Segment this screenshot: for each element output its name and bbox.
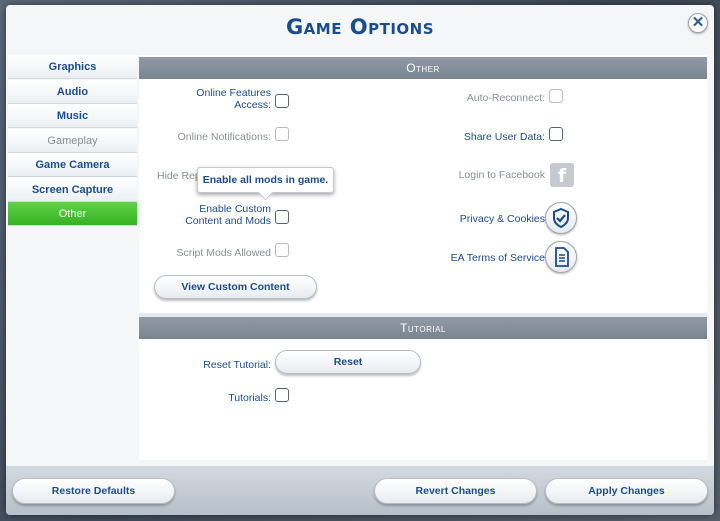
revert-changes-button[interactable]: Revert Changes xyxy=(374,478,537,504)
apply-changes-button[interactable]: Apply Changes xyxy=(545,478,708,504)
document-icon[interactable] xyxy=(545,241,577,273)
tutorials-checkbox[interactable] xyxy=(275,388,289,402)
ea-terms-label: EA Terms of Service xyxy=(450,252,545,264)
restore-defaults-button[interactable]: Restore Defaults xyxy=(12,478,175,504)
options-panel: Other Online Features Access: Online Not… xyxy=(139,55,707,460)
tab-gameplay[interactable]: Gameplay xyxy=(8,128,137,153)
dialog-footer: Restore Defaults Revert Changes Apply Ch… xyxy=(6,466,714,515)
auto-reconnect-label: Auto-Reconnect: xyxy=(466,92,545,104)
tutorials-label: Tutorials: xyxy=(228,392,271,404)
share-user-data-checkbox[interactable] xyxy=(549,127,563,141)
facebook-icon[interactable]: f xyxy=(550,163,574,187)
game-options-dialog: Game Options ✕ Graphics Audio Music Game… xyxy=(6,5,714,515)
close-icon[interactable]: ✕ xyxy=(688,13,708,33)
online-notifications-checkbox[interactable] xyxy=(275,127,289,141)
tab-game-camera[interactable]: Game Camera xyxy=(8,153,137,177)
tab-graphics[interactable]: Graphics xyxy=(8,55,137,79)
share-user-data-label: Share User Data: xyxy=(463,131,545,143)
online-features-checkbox[interactable] xyxy=(275,94,289,108)
login-facebook-label: Login to Facebook xyxy=(458,169,545,181)
reset-tutorial-label: Reset Tutorial: xyxy=(203,359,271,371)
tab-audio[interactable]: Audio xyxy=(8,79,137,104)
script-mods-checkbox[interactable] xyxy=(275,243,289,257)
tab-screen-capture[interactable]: Screen Capture xyxy=(8,177,137,202)
section-header-other: Other xyxy=(139,57,707,79)
custom-content-tooltip: Enable all mods in game. xyxy=(197,167,334,193)
enable-custom-content-label: Enable Custom Content and Mods xyxy=(185,203,271,227)
reset-tutorial-button[interactable]: Reset xyxy=(275,350,421,374)
shield-check-icon[interactable] xyxy=(545,202,577,234)
tab-other[interactable]: Other xyxy=(8,202,137,226)
section-header-tutorial: Tutorial xyxy=(139,317,707,339)
options-sidebar: Graphics Audio Music Gameplay Game Camer… xyxy=(8,55,137,460)
view-custom-content-button[interactable]: View Custom Content xyxy=(154,275,317,299)
script-mods-label: Script Mods Allowed xyxy=(176,247,271,259)
enable-custom-content-checkbox[interactable] xyxy=(275,210,289,224)
online-features-label: Online Features Access: xyxy=(196,87,271,111)
privacy-cookies-label: Privacy & Cookies xyxy=(459,213,545,225)
auto-reconnect-checkbox[interactable] xyxy=(549,89,563,103)
online-notifications-label: Online Notifications: xyxy=(177,131,271,143)
tab-music[interactable]: Music xyxy=(8,104,137,128)
dialog-title: Game Options xyxy=(285,15,435,39)
